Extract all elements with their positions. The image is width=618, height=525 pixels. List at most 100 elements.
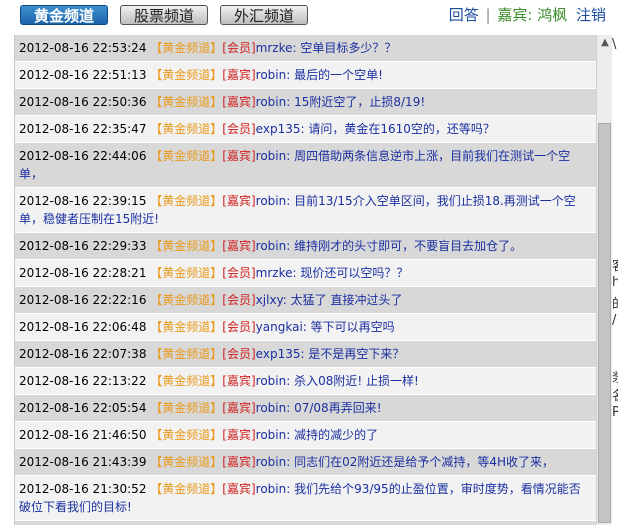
message-row: 2012-08-16 22:28:21 【黄金频道】[会员]mrzke: 现价还…	[15, 260, 596, 287]
answer-link[interactable]: 回答	[449, 6, 479, 24]
logout-link[interactable]: 注销	[576, 6, 606, 24]
message-user[interactable]: yangkai	[256, 320, 303, 334]
message-user[interactable]: mrzke	[256, 41, 293, 55]
message-row: 2012-08-16 21:46:50 【黄金频道】[嘉宾]robin: 减持的…	[15, 422, 596, 449]
message-channel: 【黄金频道】	[150, 95, 223, 109]
message-time: 2012-08-16 22:50:36	[19, 95, 147, 109]
message-role: [嘉宾]	[222, 149, 256, 163]
tab-gold-channel[interactable]: 黄金频道	[20, 5, 108, 25]
separator: |	[485, 6, 491, 24]
message-channel: 【黄金频道】	[150, 122, 223, 136]
message-time: 2012-08-16 22:53:24	[19, 41, 147, 55]
message-role: [嘉宾]	[222, 68, 256, 82]
message-text: : 空单目标多少？？	[292, 41, 397, 55]
user-role: 嘉宾:	[497, 6, 533, 24]
message-role: [嘉宾]	[222, 482, 256, 496]
message-user[interactable]: robin	[256, 194, 287, 208]
message-text: : 最后的一个空单!	[286, 68, 383, 82]
message-role: [嘉宾]	[222, 455, 256, 469]
edge-glyph: 客	[612, 255, 618, 274]
message-user[interactable]: robin	[256, 239, 287, 253]
message-user[interactable]: mrzke	[256, 266, 293, 280]
message-role: [嘉宾]	[222, 374, 256, 388]
message-user[interactable]: robin	[256, 482, 287, 496]
message-user[interactable]: robin	[256, 68, 287, 82]
message-time: 2012-08-16 22:39:15	[19, 194, 147, 208]
message-user[interactable]: robin	[256, 374, 287, 388]
message-time: 2012-08-16 22:29:33	[19, 239, 147, 253]
message-row: 2012-08-16 22:29:33 【黄金频道】[嘉宾]robin: 维持刚…	[15, 233, 596, 260]
message-user[interactable]: robin	[256, 149, 287, 163]
message-time: 2012-08-16 22:28:21	[19, 266, 147, 280]
message-user[interactable]: robin	[256, 455, 287, 469]
message-time: 2012-08-16 22:05:54	[19, 401, 147, 415]
message-role: [嘉宾]	[222, 95, 256, 109]
edge-glyph: 的	[612, 293, 618, 312]
message-row: 2012-08-16 22:44:06 【黄金频道】[嘉宾]robin: 周四借…	[15, 143, 596, 188]
message-text: : 维持刚才的头寸即可，不要盲目去加仓了。	[286, 239, 523, 253]
message-time: 2012-08-16 21:30:52	[19, 482, 147, 496]
message-text: : 太猛了 直接冲过头了	[282, 293, 403, 307]
right-edge-panel: \ 客 h 的 / 浆 名 P	[612, 35, 618, 525]
message-time: 2012-08-16 22:51:13	[19, 68, 147, 82]
message-role: [嘉宾]	[222, 239, 256, 253]
message-time: 2012-08-16 22:07:38	[19, 347, 147, 361]
edge-glyph: 名	[612, 385, 618, 404]
message-channel: 【黄金频道】	[150, 293, 223, 307]
top-bar: 黄金频道 股票频道 外汇频道 回答 | 嘉宾: 鸿枫 注销	[0, 0, 618, 32]
message-row: 2012-08-16 21:43:39 【黄金频道】[嘉宾]robin: 同志们…	[15, 449, 596, 476]
message-row: 2012-08-16 22:51:13 【黄金频道】[嘉宾]robin: 最后的…	[15, 62, 596, 89]
tab-forex-channel[interactable]: 外汇频道	[220, 5, 308, 25]
message-user[interactable]: xjlxy	[256, 293, 283, 307]
message-channel: 【黄金频道】	[150, 428, 223, 442]
message-user[interactable]: exp135	[256, 122, 301, 136]
message-text: : 15附近空了，止损8/19!	[286, 95, 426, 109]
message-time: 2012-08-16 21:43:39	[19, 455, 147, 469]
message-row: 2012-08-16 22:05:54 【黄金频道】[嘉宾]robin: 07/…	[15, 395, 596, 422]
message-row: 2012-08-16 22:50:36 【黄金频道】[嘉宾]robin: 15附…	[15, 89, 596, 116]
message-row: 2012-08-16 22:13:22 【黄金频道】[嘉宾]robin: 杀入0…	[15, 368, 596, 395]
tab-stock-channel[interactable]: 股票频道	[120, 5, 208, 25]
message-text: : 减持的减少的了	[286, 428, 379, 442]
message-role: [嘉宾]	[222, 401, 256, 415]
message-time: 2012-08-16 22:13:22	[19, 374, 147, 388]
scroll-up-icon[interactable]: ▲	[597, 35, 613, 51]
message-text: : 同志们在02附近还是给予个减持，等4H收了来，	[286, 455, 555, 469]
message-channel: 【黄金频道】	[150, 68, 223, 82]
edge-glyph: /	[612, 313, 617, 328]
scrollbar-thumb[interactable]	[598, 123, 611, 523]
message-role: [嘉宾]	[222, 194, 256, 208]
edge-glyph: 浆	[612, 367, 618, 386]
message-text: : 请问，黄金在1610空的，还等吗？	[300, 122, 495, 136]
edge-glyph: h	[612, 275, 618, 290]
message-text: : 杀入08附近! 止损一样!	[286, 374, 419, 388]
message-user[interactable]: robin	[256, 95, 287, 109]
message-user[interactable]: robin	[256, 428, 287, 442]
message-channel: 【黄金频道】	[150, 320, 223, 334]
message-channel: 【黄金频道】	[150, 482, 223, 496]
message-time: 2012-08-16 21:46:50	[19, 428, 147, 442]
message-row: 2012-08-16 22:35:47 【黄金频道】[会员]exp135: 请问…	[15, 116, 596, 143]
message-channel: 【黄金频道】	[150, 455, 223, 469]
vertical-scrollbar[interactable]: ▲	[596, 35, 612, 525]
edge-glyph: P	[612, 405, 618, 420]
message-row: 2012-08-16 22:53:24 【黄金频道】[会员]mrzke: 空单目…	[15, 35, 596, 62]
user-name: 鸿枫	[537, 6, 568, 24]
message-channel: 【黄金频道】	[150, 149, 223, 163]
message-text: : 07/08再弄回来!	[286, 401, 382, 415]
message-channel: 【黄金频道】	[150, 194, 223, 208]
message-time: 2012-08-16 22:06:48	[19, 320, 147, 334]
message-row: 2012-08-16 22:06:48 【黄金频道】[会员]yangkai: 等…	[15, 314, 596, 341]
message-time: 2012-08-16 22:22:16	[19, 293, 147, 307]
message-list[interactable]: 2012-08-16 22:53:24 【黄金频道】[会员]mrzke: 空单目…	[14, 35, 596, 525]
message-user[interactable]: exp135	[256, 347, 301, 361]
message-row: 2012-08-16 22:07:38 【黄金频道】[会员]exp135: 是不…	[15, 341, 596, 368]
message-text: : 现价还可以空吗？？	[292, 266, 409, 280]
message-text: : 等下可以再空吗	[302, 320, 395, 334]
message-user[interactable]: robin	[256, 401, 287, 415]
message-row: 2012-08-16 22:39:15 【黄金频道】[嘉宾]robin: 目前1…	[15, 188, 596, 233]
message-role: [嘉宾]	[222, 428, 256, 442]
message-channel: 【黄金频道】	[150, 374, 223, 388]
message-role: [会员]	[222, 347, 256, 361]
message-role: [会员]	[222, 266, 256, 280]
